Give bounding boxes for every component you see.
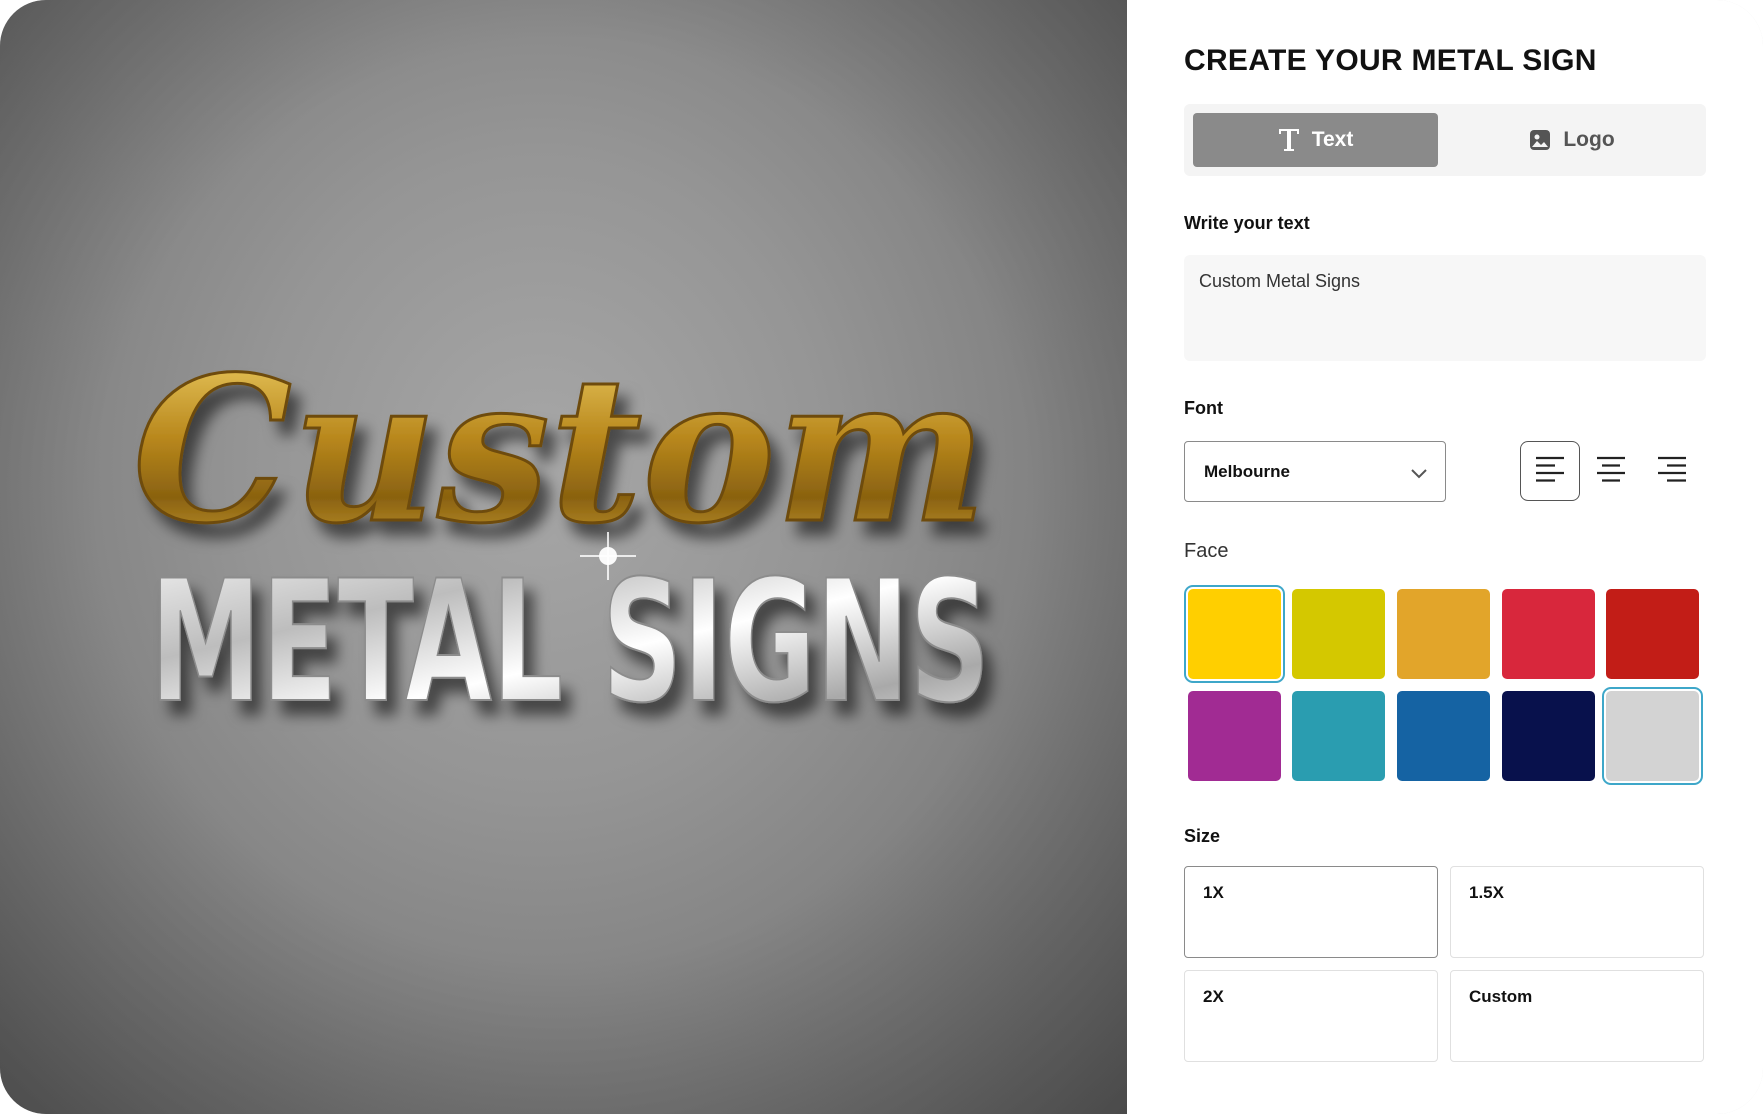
face-label: Face (1184, 540, 1229, 562)
size-option-2x[interactable]: 2X (1184, 970, 1438, 1062)
face-color-swatch[interactable] (1606, 691, 1699, 781)
face-color-swatch[interactable] (1292, 589, 1385, 679)
preview-block-word: METAL SIGNS (150, 544, 990, 740)
size-option-custom[interactable]: Custom (1450, 970, 1704, 1062)
align-right-icon (1657, 456, 1687, 487)
tab-text[interactable]: Text (1193, 113, 1438, 167)
font-select-value: Melbourne (1204, 461, 1290, 481)
sign-preview-image: Custom METAL SIGNS (0, 0, 1127, 1114)
sign-text-input[interactable]: Custom Metal Signs (1184, 255, 1706, 361)
face-color-swatch[interactable] (1397, 589, 1490, 679)
font-label: Font (1184, 398, 1223, 418)
size-label: Size (1184, 826, 1221, 846)
sign-preview: Custom METAL SIGNS (0, 0, 1127, 1114)
tab-logo[interactable]: Logo (1446, 113, 1698, 167)
configurator-panel: CREATE YOUR METAL SIGN Text Logo Write y… (1127, 0, 1763, 1114)
font-select[interactable]: Melbourne (1184, 441, 1446, 502)
image-icon (1529, 129, 1551, 151)
face-color-swatch[interactable] (1188, 589, 1281, 679)
align-left-button[interactable] (1520, 441, 1580, 501)
size-option-1-5x[interactable]: 1.5X (1450, 866, 1704, 958)
write-text-label: Write your text (1184, 213, 1310, 233)
chevron-down-icon (1411, 464, 1427, 484)
text-t-icon (1278, 128, 1300, 152)
tab-logo-label: Logo (1563, 128, 1615, 151)
panel-title: CREATE YOUR METAL SIGN (1184, 44, 1597, 77)
align-left-icon (1535, 456, 1565, 487)
tab-text-label: Text (1311, 128, 1354, 151)
preview-script-word: Custom (133, 333, 988, 568)
align-center-icon (1596, 456, 1626, 487)
face-color-swatch[interactable] (1502, 691, 1595, 781)
align-center-button[interactable] (1581, 441, 1641, 501)
face-color-swatch[interactable] (1606, 589, 1699, 679)
face-color-swatch[interactable] (1292, 691, 1385, 781)
size-option-1x[interactable]: 1X (1184, 866, 1438, 958)
metal-sign-configurator: Custom METAL SIGNS CREATE YOUR METAL SIG… (0, 0, 1763, 1114)
face-color-swatch[interactable] (1397, 691, 1490, 781)
mode-tabs: Text Logo (1184, 104, 1706, 176)
face-color-swatch[interactable] (1502, 589, 1595, 679)
face-color-swatch[interactable] (1188, 691, 1281, 781)
align-right-button[interactable] (1642, 441, 1702, 501)
